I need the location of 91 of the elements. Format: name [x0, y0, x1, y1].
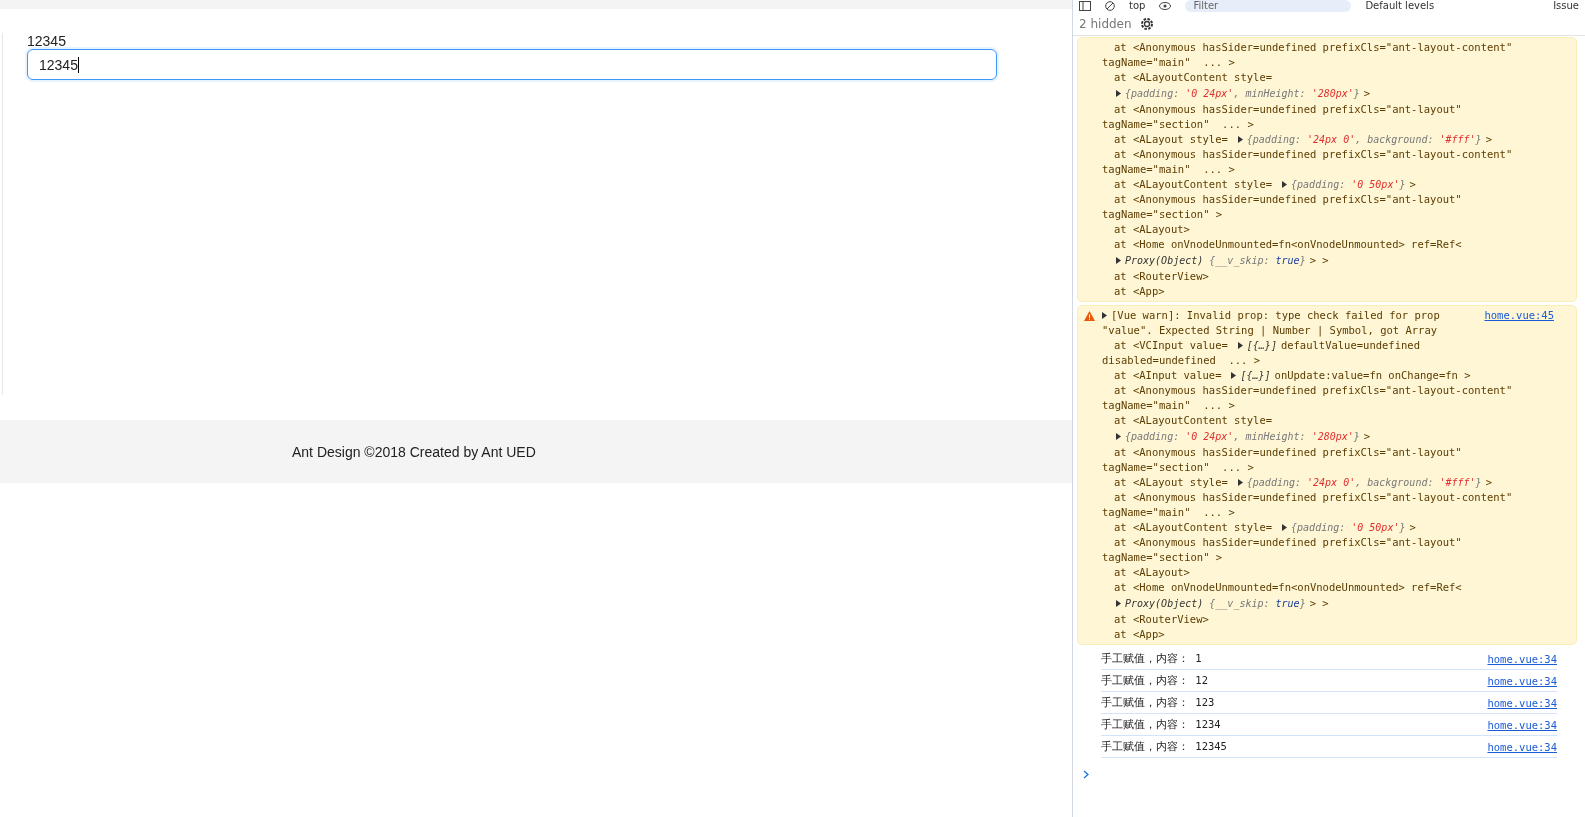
object-preview: {padding: '24px 0', background: '#fff'} — [1246, 476, 1482, 490]
source-link[interactable]: home.vue:34 — [1487, 652, 1557, 665]
expand-triangle-icon[interactable] — [1116, 90, 1121, 97]
settings-icon[interactable] — [1139, 16, 1154, 31]
stack-frame-text: at <Anonymous hasSider=undefined prefixCls="ant-layout" — [1114, 535, 1462, 550]
sidebar-icon[interactable] — [1079, 1, 1091, 11]
log-message: 手工赋值，内容： 123 — [1101, 695, 1215, 710]
input-field[interactable]: 12345 — [27, 49, 997, 80]
stack-frame-text: > — [1485, 132, 1492, 147]
expand-triangle-icon[interactable] — [1237, 342, 1243, 349]
stack-frame-text: at <ALayout style= — [1114, 475, 1228, 490]
stack-frame-text: > — [1363, 429, 1371, 444]
stack-frame-text: > — [1485, 475, 1492, 490]
source-link[interactable]: home.vue:34 — [1487, 674, 1557, 687]
expand-triangle-icon[interactable] — [1116, 600, 1121, 607]
filter-field[interactable]: Filter — [1185, 0, 1352, 12]
expand-triangle-icon[interactable] — [1282, 181, 1288, 188]
stack-frame-text: at <ALayoutContent style= — [1114, 520, 1273, 535]
stack-frame-text: tagName="section" ... > — [1102, 460, 1254, 475]
prompt-chevron-icon[interactable] — [1083, 770, 1089, 779]
stack-frame-text: at <AInput value= — [1114, 368, 1222, 383]
stack-frame-text: onUpdate:value=fn onChange=fn > — [1274, 368, 1471, 383]
stack-frame-text: at <App> — [1114, 627, 1165, 642]
expand-triangle-icon[interactable] — [1237, 479, 1243, 486]
object-preview: {padding: '0 24px', minHeight: '280px'} — [1125, 430, 1360, 444]
stack-frame-text: at <RouterView> — [1114, 612, 1209, 627]
source-link[interactable]: home.vue:34 — [1487, 696, 1557, 709]
stack-frame-text: > — [1409, 177, 1416, 192]
stack-frame-text: at <Anonymous hasSider=undefined prefixCls="ant-layout-content" — [1114, 147, 1513, 162]
stack-frame-text: tagName="main" ... > — [1102, 505, 1235, 520]
expand-triangle-icon[interactable] — [1282, 524, 1288, 531]
stack-frame-text: at <ALayoutContent style= — [1114, 70, 1273, 85]
expand-triangle-icon[interactable] — [1116, 257, 1121, 264]
stack-frame-text: at <Anonymous hasSider=undefined prefixCls="ant-layout-content" — [1114, 490, 1513, 505]
stack-frame-text: tagName="main" ... > — [1102, 398, 1235, 413]
stack-frame-text: tagName="section" ... > — [1102, 117, 1254, 132]
object-preview: [{…}] — [1240, 369, 1271, 383]
eye-icon[interactable] — [1159, 1, 1172, 11]
stack-frame-text: at <VCInput value= — [1114, 338, 1228, 353]
stack-frame-text: > > — [1309, 253, 1329, 268]
value-label: 12345 — [27, 33, 67, 49]
issues-button[interactable]: Issue — [1553, 0, 1579, 12]
stack-frame-text: defaultValue=undefined — [1280, 338, 1420, 353]
stack-frame-text: at <Home onVnodeUnmounted=fn<onVnodeUnmounted> ref=Ref< — [1114, 580, 1462, 595]
log-message: 手工赋值，内容： 12 — [1101, 673, 1208, 688]
stack-frame-text: at <Anonymous hasSider=undefined prefixCls="ant-layout" — [1114, 102, 1462, 117]
log-message: 手工赋值，内容： 1 — [1101, 651, 1202, 666]
stack-frame-text: at <Anonymous hasSider=undefined prefixCls="ant-layout" — [1114, 445, 1462, 460]
stack-frame-text: tagName="main" ... > — [1102, 55, 1235, 70]
stack-frame-text: at <Anonymous hasSider=undefined prefixCls="ant-layout-content" — [1114, 383, 1513, 398]
stack-frame-text: at <ALayout> — [1114, 222, 1190, 237]
source-link[interactable]: home.vue:34 — [1487, 718, 1557, 731]
object-preview: {padding: '24px 0', background: '#fff'} — [1246, 133, 1482, 147]
object-preview: {padding: '0 24px', minHeight: '280px'} — [1125, 87, 1360, 101]
stack-frame-text: at <Anonymous hasSider=undefined prefixCls="ant-layout-content" — [1114, 40, 1513, 55]
warning-text: [Vue warn]: Invalid prop: type check failed for prop — [1111, 308, 1440, 323]
stack-frame-text: tagName="main" ... > — [1102, 162, 1235, 177]
expand-triangle-icon[interactable] — [1116, 433, 1121, 440]
object-preview: [{…}] — [1246, 339, 1277, 353]
stack-frame-text: > — [1409, 520, 1416, 535]
stack-frame-text: tagName="section" > — [1102, 550, 1223, 565]
stack-frame-text: at <ALayoutContent style= — [1114, 177, 1273, 192]
object-preview: {padding: '0 50px'} — [1291, 178, 1406, 192]
source-link[interactable]: home.vue:45 — [1484, 308, 1554, 323]
context-dropdown[interactable]: top — [1129, 0, 1146, 12]
object-preview: {padding: '0 50px'} — [1291, 521, 1406, 535]
stack-frame-text: at <ALayout style= — [1114, 132, 1228, 147]
stack-frame-text: disabled=undefined ... > — [1102, 353, 1261, 368]
warning-icon — [1084, 310, 1095, 321]
stack-frame-text: "value". Expected String | Number | Symbol, got Array — [1102, 323, 1438, 338]
stack-frame-text: at <ALayout> — [1114, 565, 1190, 580]
stack-frame-text: at <ALayoutContent style= — [1114, 413, 1273, 428]
stack-frame-text: at <Anonymous hasSider=undefined prefixCls="ant-layout" — [1114, 192, 1462, 207]
object-preview: Proxy(Object) {__v_skip: true} — [1125, 254, 1306, 269]
log-message: 手工赋值，内容： 12345 — [1101, 739, 1227, 754]
object-preview: Proxy(Object) {__v_skip: true} — [1125, 597, 1306, 612]
source-link[interactable]: home.vue:34 — [1487, 740, 1557, 753]
expand-triangle-icon[interactable] — [1102, 312, 1107, 319]
stack-frame-text: tagName="section" > — [1102, 207, 1223, 222]
log-message: 手工赋值，内容： 1234 — [1101, 717, 1221, 732]
hidden-count: 2 hidden — [1079, 16, 1132, 31]
clear-icon[interactable] — [1105, 1, 1115, 11]
stack-frame-text: > — [1363, 86, 1371, 101]
stack-frame-text: at <App> — [1114, 284, 1165, 299]
footer-text: Ant Design ©2018 Created by Ant UED — [292, 443, 536, 460]
expand-triangle-icon[interactable] — [1237, 136, 1243, 143]
levels-dropdown[interactable]: Default levels — [1365, 0, 1435, 12]
stack-frame-text: at <RouterView> — [1114, 269, 1209, 284]
stack-frame-text: > > — [1309, 596, 1329, 611]
stack-frame-text: at <Home onVnodeUnmounted=fn<onVnodeUnmounted> ref=Ref< — [1114, 237, 1462, 252]
expand-triangle-icon[interactable] — [1231, 372, 1237, 379]
